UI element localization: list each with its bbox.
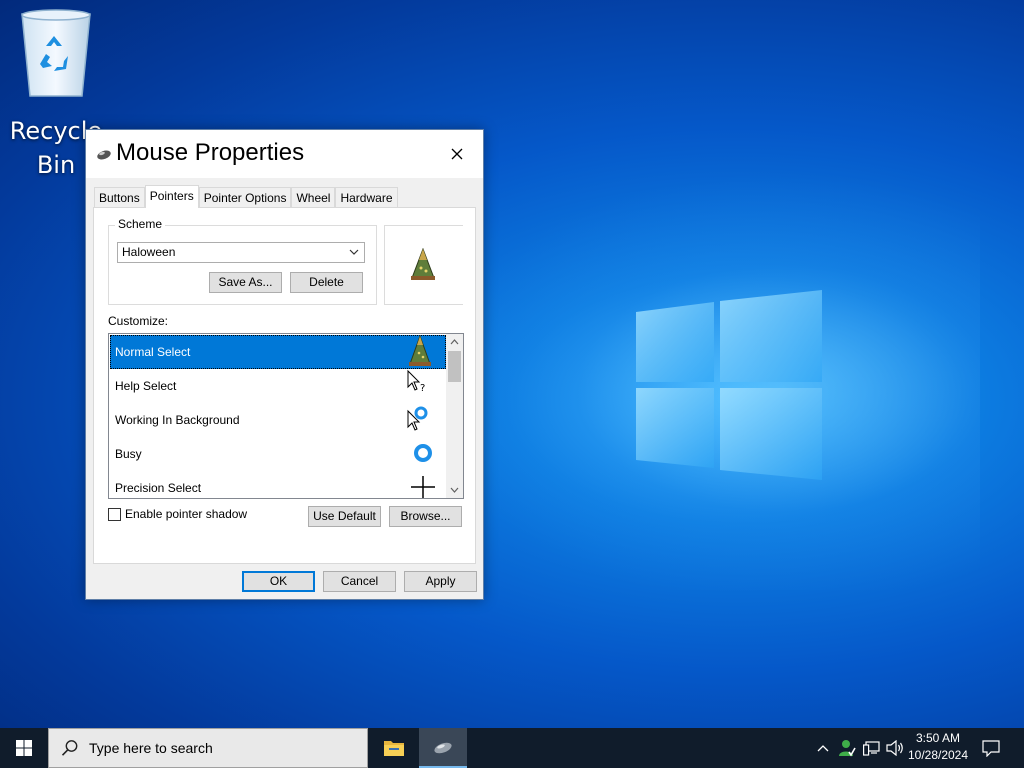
cursor-listbox[interactable]: Normal Select Help Select ? Working In B… — [108, 333, 464, 499]
action-center-button[interactable] — [978, 728, 1004, 768]
tab-buttons[interactable]: Buttons — [94, 187, 145, 207]
start-button[interactable] — [0, 728, 48, 768]
show-hidden-icons-button[interactable] — [814, 728, 832, 768]
list-item-normal-select[interactable]: Normal Select — [110, 335, 446, 369]
list-item-working-in-background[interactable]: Working In Background — [110, 403, 446, 437]
clock-date: 10/28/2024 — [907, 748, 969, 762]
working-in-background-cursor-icon — [407, 406, 428, 431]
file-explorer-taskbar-button[interactable] — [370, 728, 418, 768]
witch-hat-cursor-icon — [411, 248, 435, 280]
list-item-precision-select[interactable]: Precision Select — [110, 471, 446, 498]
list-item-label: Busy — [115, 447, 142, 461]
scheme-selected-value: Haloween — [122, 245, 176, 259]
recycle-bin-icon — [21, 9, 91, 97]
listbox-scrollbar[interactable] — [446, 334, 463, 498]
taskbar-search-box[interactable]: Type here to search — [48, 728, 368, 768]
mouse-icon — [97, 150, 111, 160]
busy-ring-cursor-icon — [414, 444, 432, 462]
volume-tray-button[interactable] — [884, 728, 906, 768]
tab-hardware[interactable]: Hardware — [335, 187, 398, 207]
ok-button[interactable]: OK — [242, 571, 315, 592]
list-item-label: Precision Select — [115, 481, 202, 495]
save-as-button[interactable]: Save As... — [209, 272, 282, 293]
tab-wheel[interactable]: Wheel — [291, 187, 336, 207]
speaker-icon — [886, 740, 903, 756]
scheme-group-label: Scheme — [115, 217, 166, 231]
help-select-cursor-icon: ? — [407, 369, 425, 394]
svg-text:?: ? — [420, 383, 425, 394]
cursor-preview-box — [384, 225, 463, 305]
mouse-icon — [434, 742, 452, 754]
pointers-tab-panel: Scheme Haloween Save As... Delete Custom… — [93, 207, 476, 564]
folder-icon — [384, 741, 404, 756]
close-icon[interactable] — [445, 142, 469, 166]
browse-button[interactable]: Browse... — [389, 506, 462, 527]
delete-scheme-button[interactable]: Delete — [290, 272, 363, 293]
taskbar: Type here to search 3:50 AM 10/28/2024 — [0, 728, 1024, 768]
mouse-properties-taskbar-button[interactable] — [419, 728, 467, 768]
cancel-button[interactable]: Cancel — [323, 571, 396, 592]
chevron-up-icon — [817, 745, 829, 752]
notification-icon — [982, 739, 1000, 757]
customize-label: Customize: — [108, 314, 169, 328]
use-default-button[interactable]: Use Default — [308, 506, 381, 527]
network-tray-button[interactable] — [860, 728, 882, 768]
user-status-icon — [839, 740, 856, 757]
tab-pointer-options[interactable]: Pointer Options — [198, 187, 292, 207]
chevron-down-icon — [349, 249, 359, 255]
enable-pointer-shadow-checkbox[interactable] — [108, 508, 121, 521]
search-icon — [61, 740, 78, 756]
mouse-properties-dialog: Mouse Properties Buttons Pointers Pointe… — [85, 129, 484, 600]
list-item-label: Help Select — [115, 379, 177, 393]
scheme-select[interactable]: Haloween — [117, 242, 365, 263]
list-item-label: Normal Select — [115, 345, 191, 359]
apply-button[interactable]: Apply — [404, 571, 477, 592]
list-item-help-select[interactable]: Help Select ? — [110, 369, 446, 403]
dialog-titlebar[interactable]: Mouse Properties — [86, 130, 483, 178]
tab-pointers[interactable]: Pointers — [144, 185, 199, 208]
windows-logo-wallpaper — [636, 290, 822, 480]
witch-hat-cursor-icon — [409, 335, 431, 366]
windows-start-icon — [16, 740, 32, 756]
dialog-title: Mouse Properties — [116, 139, 305, 166]
crosshair-cursor-icon — [411, 476, 435, 498]
tab-strip: Buttons Pointers Pointer Options Wheel H… — [94, 185, 398, 208]
clock-time: 3:50 AM — [915, 731, 961, 745]
search-placeholder: Type here to search — [89, 740, 213, 756]
taskbar-clock[interactable]: 3:50 AM 10/28/2024 — [905, 730, 971, 764]
scroll-down-icon[interactable] — [450, 487, 459, 493]
scroll-up-icon[interactable] — [450, 339, 459, 345]
user-tray-button[interactable] — [836, 728, 858, 768]
scrollbar-thumb[interactable] — [448, 351, 461, 382]
list-item-busy[interactable]: Busy — [110, 437, 446, 471]
scheme-groupbox: Scheme Haloween Save As... Delete — [108, 217, 377, 305]
enable-pointer-shadow-label[interactable]: Enable pointer shadow — [125, 507, 247, 521]
network-icon — [862, 740, 880, 756]
list-item-label: Working In Background — [115, 413, 240, 427]
